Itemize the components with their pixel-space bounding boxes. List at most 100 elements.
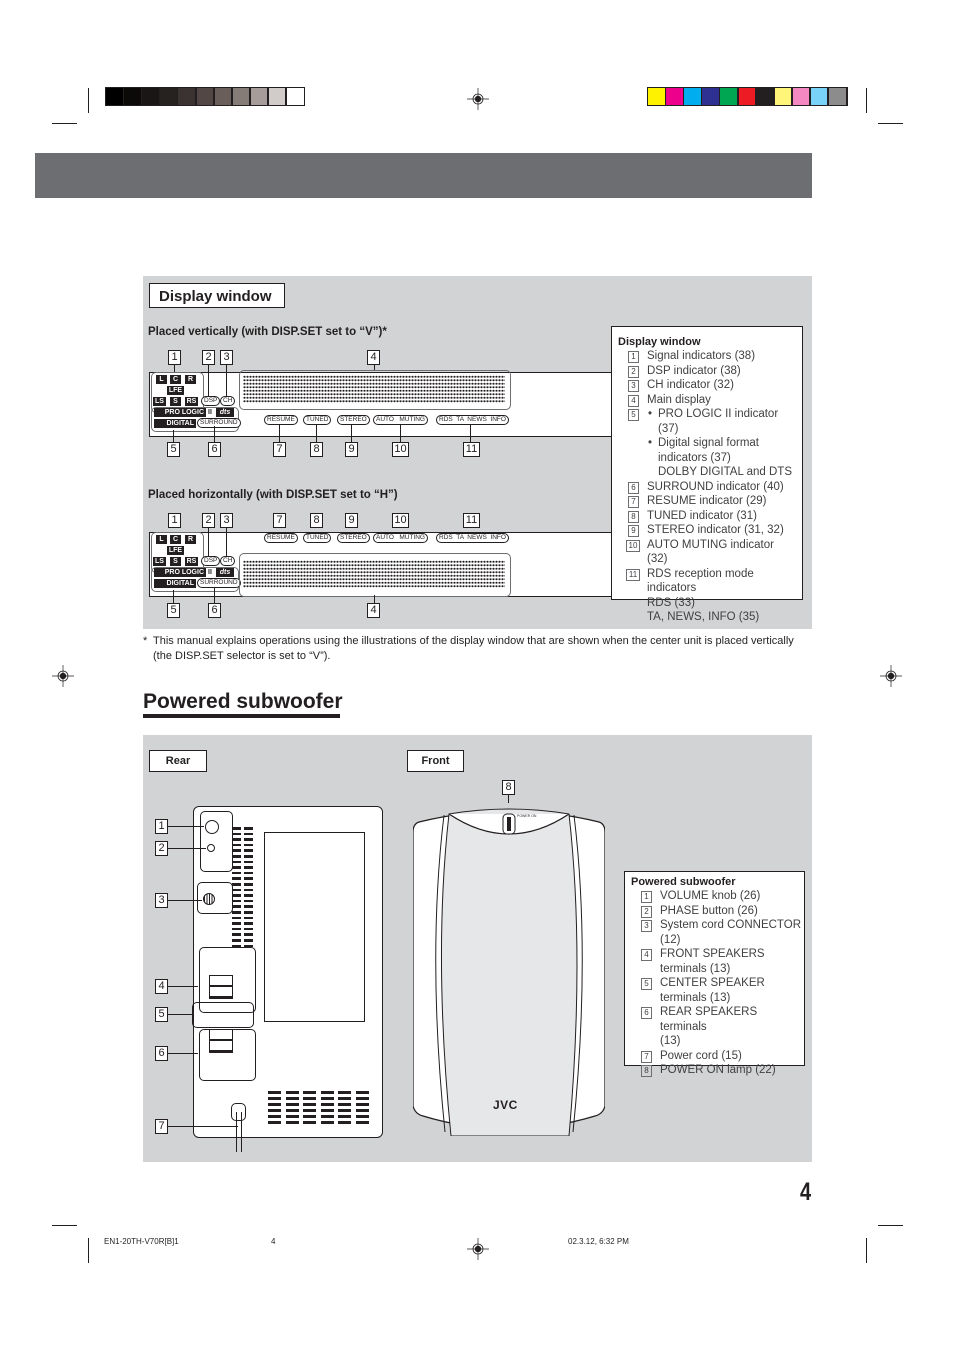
vent-slot (303, 1109, 316, 1112)
legend-item: 7 RESUME indicator (29) (618, 494, 796, 509)
crop-mark (866, 1238, 867, 1263)
color-swatch (648, 88, 665, 105)
vent-slot (244, 827, 253, 830)
vent-slot (244, 843, 253, 847)
vent-slot (320, 1091, 334, 1094)
page-header-bar (35, 153, 812, 198)
color-swatch (756, 88, 774, 105)
vent-slot (285, 1115, 299, 1118)
leader-line (316, 424, 317, 442)
callout-7: 7 (155, 1119, 168, 1134)
legend-item: 2 PHASE button (26) (631, 904, 804, 919)
legend-number: 7 (641, 1050, 652, 1063)
vent-slot (320, 1109, 334, 1112)
callout-8: 8 (310, 513, 323, 528)
vent-slot (338, 1097, 351, 1100)
vent-slot (232, 939, 241, 942)
vent-slot (244, 944, 253, 948)
legend-text: RDS reception mode (647, 567, 754, 580)
tuned-indicator: TUNED (303, 415, 332, 425)
power-cord-cable (236, 1112, 242, 1152)
callout-9: 9 (345, 442, 358, 457)
vent-slot (355, 1103, 369, 1106)
rds-indicator: RDS TA NEWS INFO (436, 415, 509, 425)
legend-number: 6 (628, 481, 639, 494)
tuned-indicator: TUNED (303, 533, 332, 543)
vent-slot (232, 933, 241, 936)
center-speaker-terminals[interactable] (192, 1002, 254, 1028)
vent-slot (285, 1121, 299, 1124)
callout-4: 4 (367, 350, 380, 365)
color-swatch (810, 88, 828, 105)
signal-r: R (185, 375, 196, 384)
leader-line (168, 826, 204, 827)
vent-slot (338, 1121, 351, 1124)
legend-item: 3 CH indicator (32) (618, 378, 796, 393)
callout-3: 3 (220, 350, 233, 365)
legend-text: terminals (13) (660, 991, 731, 1004)
vent-slot (232, 883, 241, 886)
color-swatch (214, 88, 232, 105)
signal-s: S (170, 557, 181, 566)
leader-line (208, 528, 209, 556)
vent-slot (244, 832, 253, 836)
vent-slot (232, 843, 241, 847)
registration-mark-icon (52, 665, 74, 687)
registration-mark-icon (467, 88, 489, 110)
leader-line (374, 365, 375, 370)
resume-indicator: RESUME (264, 415, 298, 425)
phase-button[interactable] (207, 844, 215, 852)
legend-number: 7 (628, 496, 639, 508)
color-swatch (124, 88, 141, 105)
vent-slot (285, 1091, 299, 1094)
page-number: 4 (800, 1178, 812, 1206)
legend-item: indicators (618, 581, 796, 596)
vent-slot (244, 922, 253, 925)
legend-text: indicators (647, 582, 697, 594)
surround-indicator: SURROUND (197, 418, 241, 428)
legend-number: 6 (641, 1007, 652, 1019)
legend-text: Digital signal format (658, 437, 759, 449)
legend-text: FRONT SPEAKERS (660, 948, 765, 960)
timestamp: 02.3.12, 6:32 PM (568, 1237, 629, 1246)
system-cord-connector[interactable] (203, 893, 215, 905)
horizontal-caption: Placed horizontally (with DISP.SET set t… (148, 489, 398, 501)
legend-text: TA, NEWS, INFO (35) (647, 611, 760, 623)
vent-slot (232, 866, 241, 869)
vent-slot (232, 832, 241, 836)
dts-indicator: dts (216, 568, 234, 577)
vent-slot (268, 1115, 281, 1118)
legend-text: REAR SPEAKERS terminals (660, 1006, 758, 1033)
color-swatch (232, 88, 250, 105)
leader-line (168, 986, 198, 987)
legend-item: 1 VOLUME knob (26) (631, 889, 804, 904)
digital-indicator: DIGITAL (154, 579, 196, 588)
main-display-dot-matrix (243, 560, 505, 588)
vent-slot (320, 1103, 334, 1106)
leader-line (214, 426, 215, 442)
color-swatch (666, 88, 683, 105)
vent-slot (303, 1115, 316, 1118)
callout-1: 1 (168, 350, 181, 365)
vent-slot (244, 939, 253, 942)
vent-slot (232, 927, 241, 931)
vent-slot (232, 888, 241, 892)
legend-text: (13) (660, 1035, 681, 1047)
leader-line (214, 587, 215, 603)
legend-number: 4 (628, 394, 639, 407)
crop-mark (878, 1225, 903, 1226)
dsp-indicator: DSP (201, 556, 221, 566)
callout-10: 10 (392, 442, 409, 457)
legend-text: TUNED indicator (31) (647, 509, 757, 522)
leader-line (173, 430, 174, 442)
legend-text: (12) (660, 933, 681, 946)
legend-text: CH indicator (32) (647, 379, 734, 391)
leader-line (279, 424, 280, 442)
signal-c: C (170, 535, 181, 544)
vent-slot (338, 1103, 351, 1106)
leader-line (168, 1014, 192, 1015)
volume-knob[interactable] (205, 820, 219, 834)
vent-slot (355, 1091, 369, 1094)
vent-slot (338, 1115, 351, 1118)
leader-line (168, 900, 202, 901)
